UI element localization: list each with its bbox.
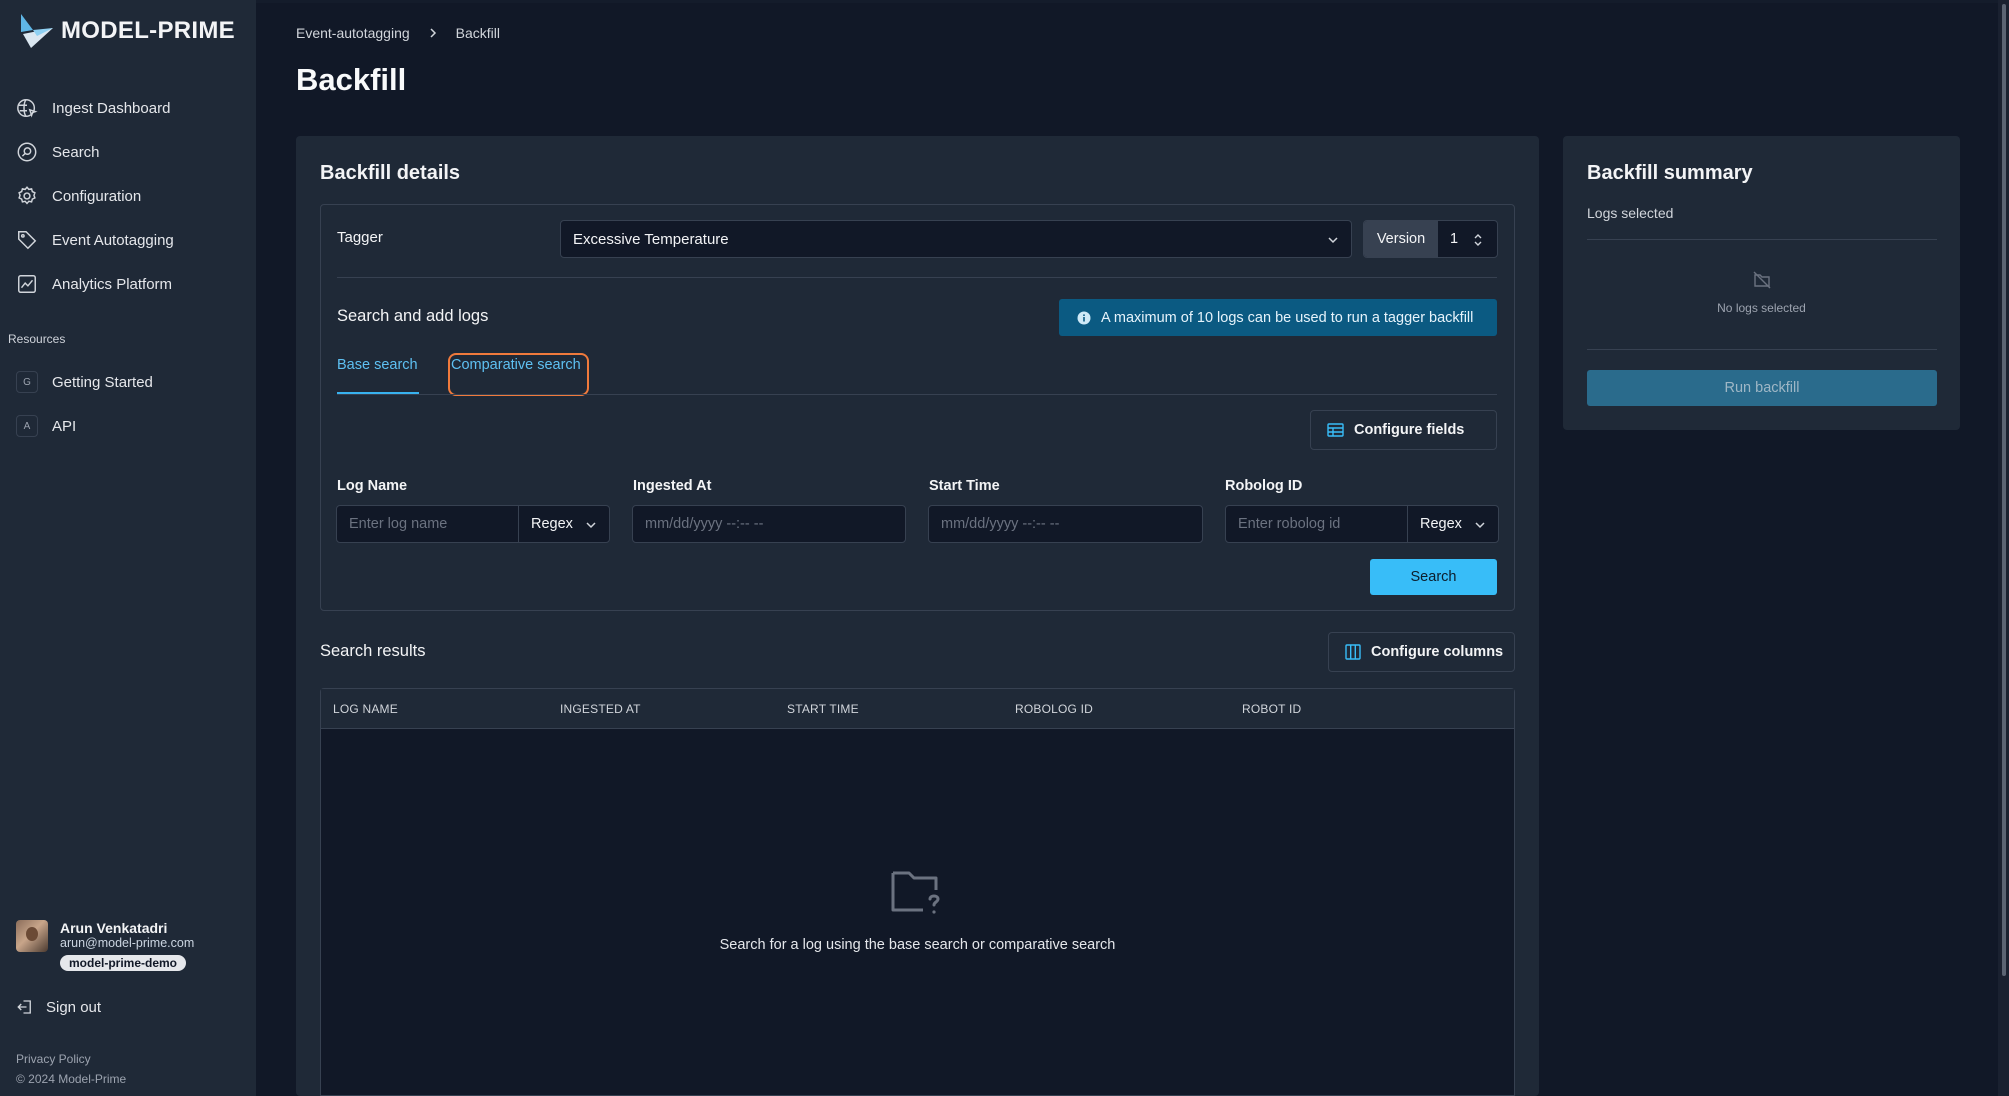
search-results-title: Search results bbox=[320, 642, 426, 660]
configure-columns-label: Configure columns bbox=[1371, 644, 1504, 660]
table-header: LOG NAME INGESTED AT START TIME ROBOLOG … bbox=[321, 689, 1514, 729]
column-header-start-time[interactable]: START TIME bbox=[787, 702, 859, 716]
chevron-down-icon bbox=[586, 522, 596, 529]
divider bbox=[1587, 349, 1937, 350]
robolog-id-label: Robolog ID bbox=[1225, 478, 1303, 494]
copyright: © 2024 Model-Prime bbox=[16, 1072, 127, 1086]
column-header-log-name[interactable]: LOG NAME bbox=[333, 702, 398, 716]
letter-badge-icon: G bbox=[16, 371, 38, 393]
version-stepper[interactable]: Version 1 bbox=[1363, 220, 1498, 258]
sign-out-icon bbox=[17, 1000, 31, 1014]
nav-event-autotagging[interactable]: Event Autotagging bbox=[0, 218, 256, 262]
avatar bbox=[16, 920, 48, 952]
search-icon bbox=[17, 142, 37, 162]
tagger-select[interactable]: Excessive Temperature bbox=[560, 220, 1352, 258]
version-value: 1 bbox=[1450, 231, 1459, 247]
table-icon bbox=[1327, 423, 1344, 437]
search-add-logs-heading: Search and add logs bbox=[337, 307, 489, 325]
empty-results-message: Search for a log using the base search o… bbox=[719, 937, 1116, 953]
resource-getting-started[interactable]: G Getting Started bbox=[0, 360, 256, 404]
scrollbar-thumb[interactable] bbox=[2002, 4, 2006, 976]
ingested-at-label: Ingested At bbox=[633, 478, 712, 494]
letter-badge-icon: A bbox=[16, 415, 38, 437]
tagger-label: Tagger bbox=[337, 229, 383, 246]
configure-fields-button[interactable]: Configure fields bbox=[1310, 410, 1497, 450]
nav-label: Ingest Dashboard bbox=[52, 99, 171, 117]
user-email: arun@model-prime.com bbox=[60, 936, 195, 950]
robolog-id-mode-select[interactable]: Regex bbox=[1407, 505, 1499, 543]
privacy-policy-link[interactable]: Privacy Policy bbox=[16, 1052, 91, 1066]
chevron-down-icon bbox=[1328, 237, 1338, 244]
log-name-input[interactable]: Enter log name bbox=[336, 505, 520, 543]
brand-name: MODEL-PRIME bbox=[61, 17, 235, 44]
start-time-label: Start Time bbox=[929, 478, 1000, 494]
log-name-mode-select[interactable]: Regex bbox=[518, 505, 610, 543]
chart-icon bbox=[18, 275, 36, 293]
logo-icon bbox=[21, 14, 53, 48]
up-down-chevron-icon[interactable] bbox=[1473, 232, 1483, 248]
logs-selected-label: Logs selected bbox=[1587, 205, 1674, 221]
divider bbox=[1587, 239, 1937, 240]
info-text: A maximum of 10 logs can be used to run … bbox=[1101, 309, 1474, 326]
globe-icon bbox=[17, 99, 38, 118]
tag-icon bbox=[18, 231, 37, 250]
breadcrumb: Event-autotagging Backfill bbox=[296, 25, 500, 41]
breadcrumb-parent[interactable]: Event-autotagging bbox=[296, 25, 410, 41]
chevron-down-icon bbox=[1475, 522, 1485, 529]
sign-out-label: Sign out bbox=[46, 998, 102, 1016]
robolog-id-mode: Regex bbox=[1420, 516, 1462, 532]
chevron-right-icon bbox=[430, 28, 436, 38]
ingested-at-input[interactable]: mm/dd/yyyy --:-- -- bbox=[632, 505, 906, 543]
nav-label: Analytics Platform bbox=[52, 275, 173, 293]
resources-nav: G Getting Started A API bbox=[0, 360, 256, 448]
brand-logo[interactable]: MODEL-PRIME bbox=[19, 12, 235, 50]
nav-search[interactable]: Search bbox=[0, 130, 256, 174]
configure-columns-button[interactable]: Configure columns bbox=[1328, 632, 1515, 672]
no-logs-message: No logs selected bbox=[1717, 301, 1806, 315]
resource-label: API bbox=[52, 417, 77, 435]
backfill-details-title: Backfill details bbox=[320, 162, 461, 184]
column-header-robot-id[interactable]: ROBOT ID bbox=[1242, 702, 1301, 716]
nav-label: Search bbox=[52, 143, 100, 161]
no-file-icon bbox=[1753, 271, 1771, 289]
log-name-mode: Regex bbox=[531, 516, 573, 532]
search-button[interactable]: Search bbox=[1370, 559, 1497, 595]
resource-label: Getting Started bbox=[52, 373, 153, 391]
tab-base-search[interactable]: Base search bbox=[337, 357, 418, 373]
user-profile[interactable]: Arun Venkatadri arun@model-prime.com mod… bbox=[16, 920, 194, 972]
resource-api[interactable]: A API bbox=[0, 404, 256, 448]
resources-label: Resources bbox=[8, 332, 66, 346]
org-badge: model-prime-demo bbox=[60, 955, 187, 971]
gear-icon bbox=[18, 186, 36, 205]
robolog-id-input[interactable]: Enter robolog id bbox=[1225, 505, 1409, 543]
user-name: Arun Venkatadri bbox=[60, 920, 168, 936]
nav-label: Configuration bbox=[52, 187, 142, 205]
page-title: Backfill bbox=[296, 62, 407, 97]
run-backfill-button[interactable]: Run backfill bbox=[1587, 370, 1937, 406]
folder-question-icon bbox=[891, 871, 940, 914]
nav-configuration[interactable]: Configuration bbox=[0, 174, 256, 218]
tagger-value: Excessive Temperature bbox=[573, 230, 729, 248]
nav-ingest-dashboard[interactable]: Ingest Dashboard bbox=[0, 86, 256, 130]
info-banner: A maximum of 10 logs can be used to run … bbox=[1059, 299, 1497, 336]
nav-label: Event Autotagging bbox=[52, 231, 174, 249]
sign-out-link[interactable]: Sign out bbox=[16, 998, 101, 1016]
nav-analytics-platform[interactable]: Analytics Platform bbox=[0, 262, 256, 306]
backfill-summary-title: Backfill summary bbox=[1587, 162, 1753, 184]
configure-fields-label: Configure fields bbox=[1354, 422, 1465, 438]
breadcrumb-current: Backfill bbox=[455, 25, 500, 41]
start-time-input[interactable]: mm/dd/yyyy --:-- -- bbox=[928, 505, 1203, 543]
column-header-robolog-id[interactable]: ROBOLOG ID bbox=[1015, 702, 1093, 716]
main-nav: Ingest Dashboard Search Configuration Ev… bbox=[0, 86, 256, 306]
sidebar: MODEL-PRIME Ingest Dashboard Search Conf… bbox=[0, 0, 256, 1096]
info-icon bbox=[1077, 311, 1091, 324]
columns-icon bbox=[1345, 644, 1361, 660]
tabs-divider bbox=[337, 394, 1497, 395]
version-label: Version bbox=[1364, 221, 1438, 257]
divider bbox=[337, 277, 1497, 278]
column-header-ingested-at[interactable]: INGESTED AT bbox=[560, 702, 641, 716]
log-name-label: Log Name bbox=[337, 478, 408, 494]
tab-comparative-search[interactable]: Comparative search bbox=[451, 357, 581, 373]
search-form-box bbox=[320, 204, 1515, 611]
